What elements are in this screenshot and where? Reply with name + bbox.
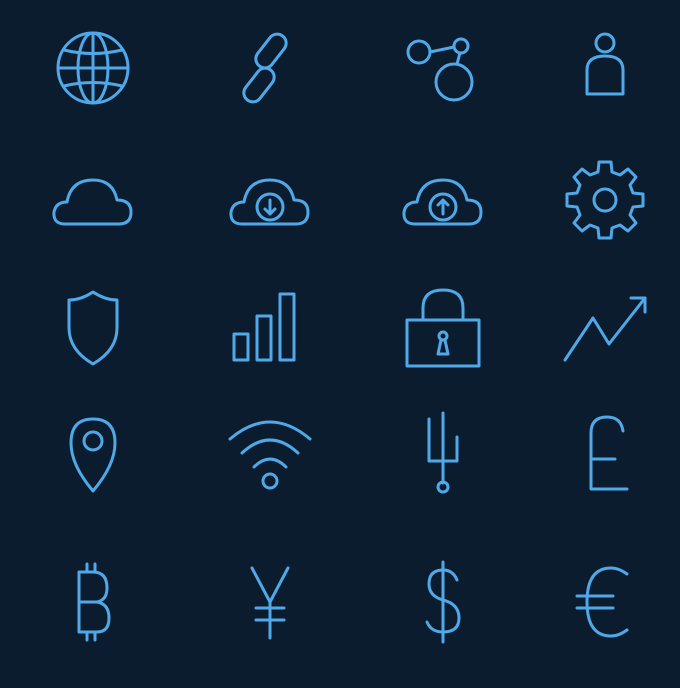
- wifi-icon: [228, 420, 312, 489]
- cell-cloud: [0, 135, 185, 265]
- gear-icon: [565, 160, 645, 240]
- trend-up-icon: [563, 296, 647, 361]
- cell-wifi: [185, 390, 355, 515]
- bar-chart-icon: [232, 292, 296, 361]
- cell-share: [355, 0, 530, 135]
- share-nodes-icon: [406, 37, 473, 101]
- cell-pound: [530, 390, 680, 515]
- cell-location: [0, 390, 185, 515]
- cell-gear: [530, 135, 680, 265]
- cell-globe: [0, 0, 185, 135]
- icon-grid: [0, 0, 680, 688]
- cell-yen: [185, 515, 355, 688]
- trident-icon: [427, 411, 458, 493]
- shield-icon: [67, 290, 118, 365]
- dollar-icon: [425, 560, 460, 643]
- lock-icon: [405, 288, 480, 367]
- cell-euro: [530, 515, 680, 688]
- cell-link: [185, 0, 355, 135]
- cell-bar-chart: [185, 265, 355, 390]
- cloud-icon: [51, 178, 132, 226]
- cloud-download-icon: [229, 178, 310, 226]
- yen-icon: [250, 566, 290, 639]
- link-icon: [242, 32, 288, 103]
- cell-lock: [355, 265, 530, 390]
- cell-trend: [530, 265, 680, 390]
- bitcoin-icon: [77, 562, 110, 641]
- pound-icon: [589, 415, 629, 490]
- user-icon: [585, 32, 625, 95]
- euro-icon: [575, 566, 629, 637]
- cloud-upload-icon: [401, 178, 482, 226]
- cell-shield: [0, 265, 185, 390]
- cell-trident: [355, 390, 530, 515]
- cell-cloud-upload: [355, 135, 530, 265]
- cell-cloud-download: [185, 135, 355, 265]
- location-pin-icon: [69, 417, 116, 492]
- cell-user: [530, 0, 680, 135]
- globe-icon: [56, 31, 129, 104]
- cell-dollar: [355, 515, 530, 688]
- cell-bitcoin: [0, 515, 185, 688]
